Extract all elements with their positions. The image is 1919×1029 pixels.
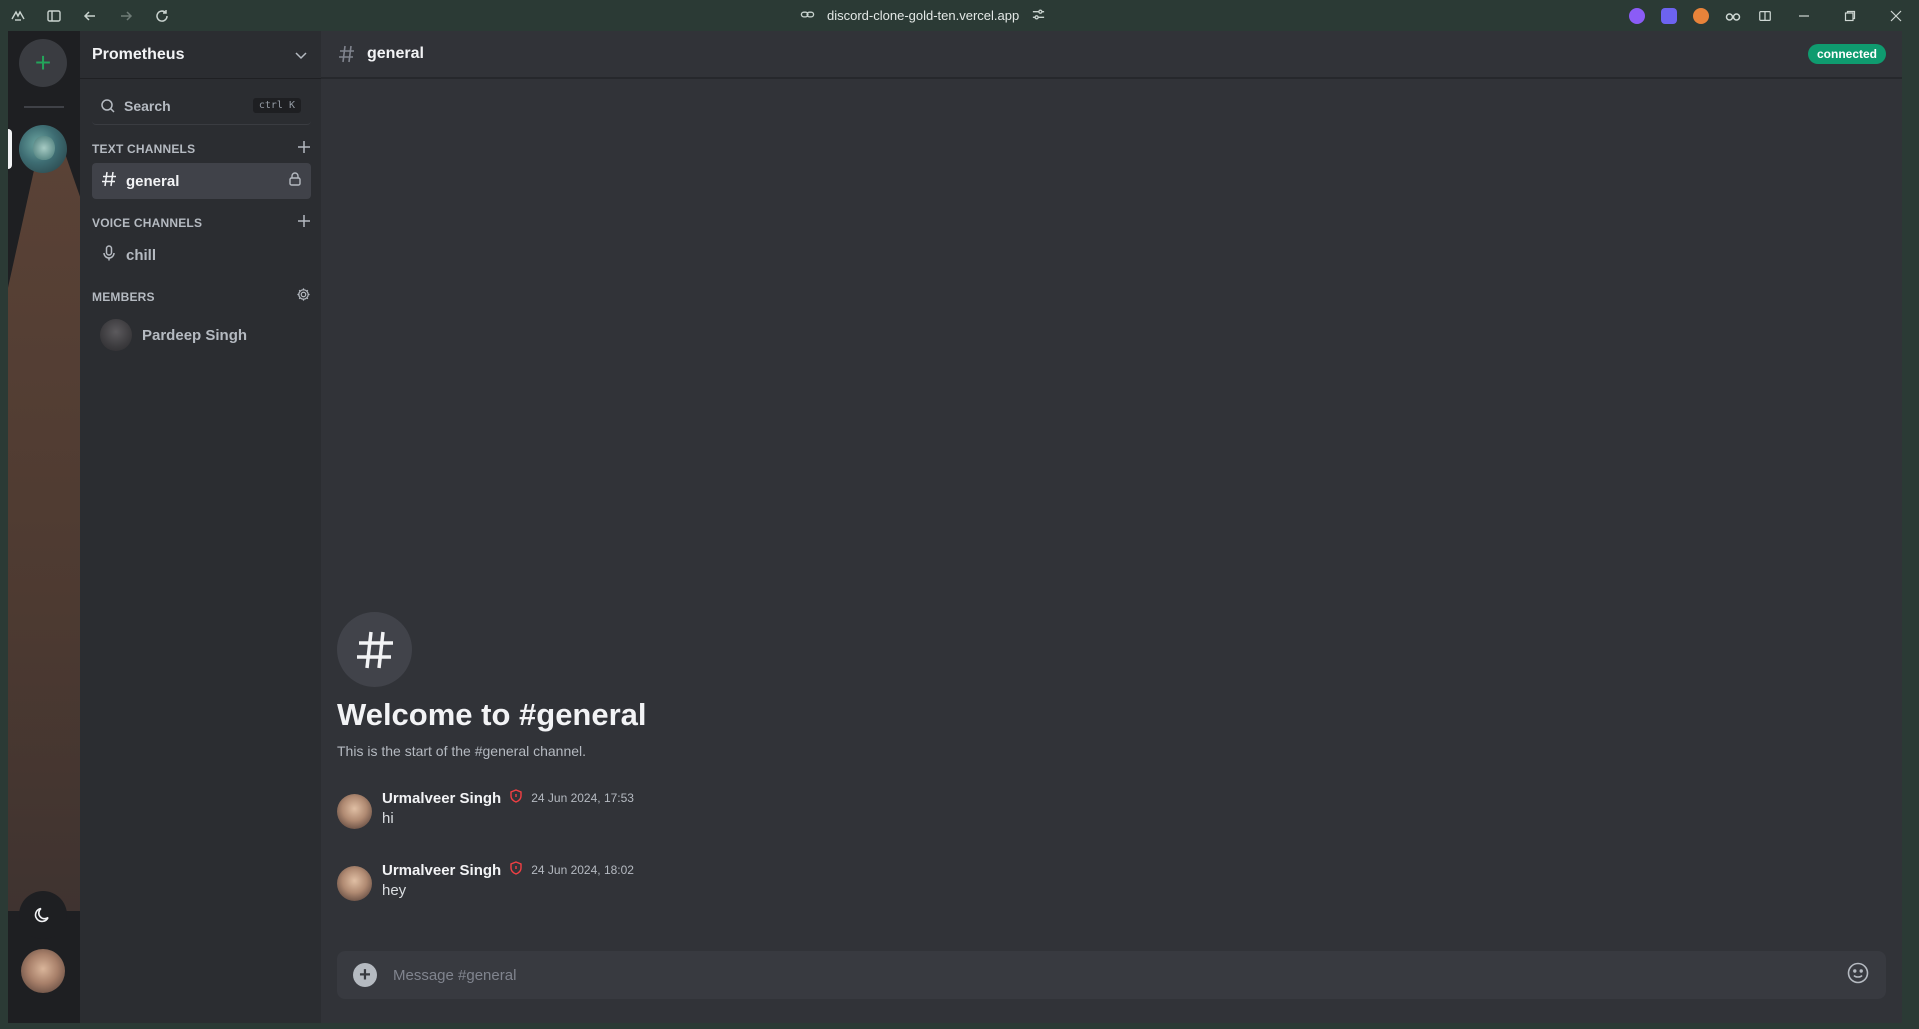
url-text: discord-clone-gold-ten.vercel.app [827, 8, 1020, 23]
plus-icon [298, 140, 310, 153]
message-text: hi [382, 810, 394, 827]
microphone-icon [100, 244, 118, 267]
message-item: Urmalveer Singh 24 Jun 2024, 17:53 hi [337, 788, 634, 829]
page-settings-icon[interactable] [1031, 7, 1046, 25]
attach-button[interactable]: + [353, 963, 377, 987]
search-label: Search [124, 97, 171, 114]
rail-background-art [8, 151, 80, 911]
message-author[interactable]: Urmalveer Singh [382, 862, 501, 879]
hashtag-icon [339, 45, 354, 63]
search-icon [101, 98, 115, 113]
channel-item-chill[interactable]: chill [92, 237, 311, 273]
channel-item-general[interactable]: general [92, 163, 311, 199]
search-button[interactable]: Search ctrl K [92, 87, 311, 125]
theme-toggle-button[interactable] [19, 891, 67, 939]
sidebar-toggle-icon[interactable] [36, 0, 72, 31]
message-text: hey [382, 882, 407, 899]
server-name: Prometheus [92, 45, 185, 63]
shield-icon [509, 788, 523, 808]
gear-icon [297, 288, 310, 301]
app-window: + Prometheus Search ctrl K TEXT CHANNELS [8, 31, 1902, 1023]
server-icon-prometheus[interactable] [19, 125, 67, 173]
fox-extension-icon [1693, 7, 1709, 24]
hashtag-icon [337, 612, 412, 687]
shield-icon [509, 860, 523, 880]
add-text-channel-button[interactable] [297, 140, 311, 159]
welcome-subtitle: This is the start of the #general channe… [337, 743, 587, 759]
section-title: MEMBERS [92, 290, 155, 304]
manage-members-button[interactable] [296, 287, 311, 307]
avatar[interactable] [337, 866, 372, 901]
add-server-button[interactable]: + [19, 39, 67, 87]
restore-button[interactable] [1827, 0, 1873, 31]
plus-icon: + [359, 964, 371, 986]
status-badge: connected [1807, 44, 1886, 64]
message-timestamp: 24 Jun 2024, 18:02 [531, 863, 634, 877]
message-composer: + [337, 951, 1886, 999]
message-timestamp: 24 Jun 2024, 17:53 [531, 791, 634, 805]
channel-sidebar: Prometheus Search ctrl K TEXT CHANNELS g… [80, 31, 321, 1023]
member-item[interactable]: Pardeep Singh [92, 317, 311, 353]
section-title: TEXT CHANNELS [92, 142, 196, 156]
welcome-title: Welcome to #general [337, 697, 647, 732]
window-bottom-edge [0, 1023, 1919, 1029]
search-shortcut: ctrl K [252, 98, 301, 113]
back-arrow-icon[interactable] [72, 0, 108, 31]
split-view-icon[interactable] [1749, 0, 1781, 31]
forward-arrow-icon[interactable] [108, 0, 144, 31]
moon-icon [34, 907, 49, 923]
smiley-icon [1847, 962, 1869, 983]
active-server-indicator [8, 129, 12, 169]
text-channels-section: TEXT CHANNELS [92, 139, 311, 159]
channel-name: chill [126, 246, 157, 264]
link-icon [800, 7, 815, 25]
minimize-button[interactable] [1781, 0, 1827, 31]
user-avatar[interactable] [21, 949, 65, 993]
avatar [100, 319, 132, 351]
extension-icon[interactable] [1717, 0, 1749, 31]
reload-icon[interactable] [144, 0, 180, 31]
close-window-button[interactable] [1873, 0, 1919, 31]
avatar[interactable] [337, 794, 372, 829]
plus-icon [298, 214, 310, 227]
server-header[interactable]: Prometheus [80, 31, 321, 79]
channel-welcome: Welcome to #general This is the start of… [337, 612, 647, 759]
channel-title: general [367, 45, 424, 62]
extension-icon[interactable] [1653, 0, 1685, 31]
glasses-icon [1725, 12, 1741, 21]
server-rail: + [8, 31, 80, 1023]
extension-purple-icon [1629, 7, 1645, 24]
message-author[interactable]: Urmalveer Singh [382, 790, 501, 807]
lock-icon [287, 171, 303, 192]
extension-icon[interactable] [1621, 0, 1653, 31]
message-item: Urmalveer Singh 24 Jun 2024, 18:02 hey [337, 860, 634, 901]
members-section: MEMBERS [92, 287, 311, 307]
browser-toolbar: discord-clone-gold-ten.vercel.app [0, 0, 1919, 31]
channel-header: general connected [321, 31, 1902, 79]
chat-area: general connected Welcome to #general Th… [321, 31, 1902, 1023]
chevron-down-icon [295, 51, 307, 59]
add-voice-channel-button[interactable] [297, 214, 311, 233]
browser-logo-icon[interactable] [0, 0, 36, 31]
extension-violet-icon [1661, 7, 1677, 24]
rail-divider [24, 106, 64, 108]
emoji-button[interactable] [1846, 961, 1870, 990]
voice-channels-section: VOICE CHANNELS [92, 213, 311, 233]
plus-icon: + [34, 47, 52, 78]
section-title: VOICE CHANNELS [92, 216, 203, 230]
hashtag-icon [100, 170, 118, 193]
channel-name: general [126, 172, 180, 190]
member-name: Pardeep Singh [142, 326, 248, 344]
message-input[interactable] [393, 966, 1830, 984]
extension-icon[interactable] [1685, 0, 1717, 31]
address-bar[interactable]: discord-clone-gold-ten.vercel.app [800, 0, 1046, 31]
